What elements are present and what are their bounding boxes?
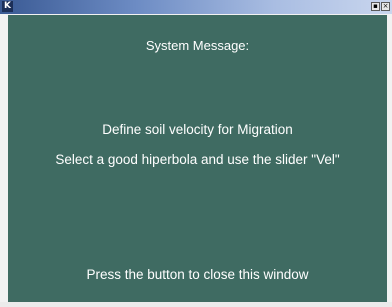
app-icon[interactable]: K [2, 1, 13, 12]
maximize-icon[interactable]: ▪ [371, 2, 380, 11]
message-window: K ▪ × System Message: Define soil veloci… [0, 0, 392, 307]
close-message-button[interactable]: System Message: Define soil velocity for… [8, 15, 387, 302]
close-icon[interactable]: × [381, 2, 390, 11]
message-footer: Press the button to close this window [86, 267, 309, 282]
message-line-velocity: Define soil velocity for Migration [102, 122, 293, 137]
message-line-instructions: Select a good hiperbola and use the slid… [55, 152, 340, 167]
window-titlebar[interactable]: K ▪ × [0, 0, 392, 14]
window-left-border [0, 15, 8, 302]
message-heading: System Message: [145, 38, 250, 53]
window-bottom-border [0, 302, 392, 307]
